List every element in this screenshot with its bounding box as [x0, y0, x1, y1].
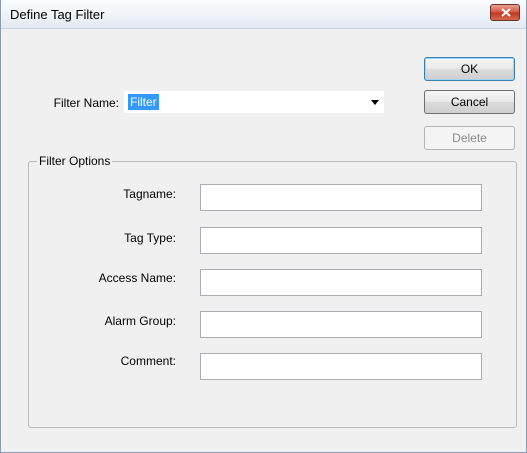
title-bar[interactable]: Define Tag Filter — [1, 0, 526, 29]
access-name-label: Access Name: — [98, 271, 176, 285]
tag-type-label: Tag Type: — [124, 231, 176, 245]
tagname-input[interactable] — [200, 184, 482, 211]
alarm-group-label: Alarm Group: — [104, 314, 176, 328]
filter-options-legend: Filter Options — [37, 154, 113, 168]
delete-button[interactable]: Delete — [424, 126, 515, 150]
access-name-input[interactable] — [200, 269, 482, 296]
close-button[interactable] — [490, 4, 520, 21]
filter-name-combobox[interactable]: Filter — [124, 91, 384, 113]
define-tag-filter-dialog: Define Tag Filter Filter Name: Filter OK… — [0, 0, 527, 453]
filter-name-value[interactable]: Filter — [128, 94, 159, 110]
cancel-button[interactable]: Cancel — [424, 90, 515, 114]
filter-name-label: Filter Name: — [53, 96, 119, 110]
chevron-down-icon[interactable] — [371, 100, 379, 105]
tagname-label: Tagname: — [123, 187, 176, 201]
close-icon — [501, 8, 511, 17]
comment-label: Comment: — [120, 354, 176, 368]
comment-input[interactable] — [200, 353, 482, 380]
window-title: Define Tag Filter — [10, 7, 105, 22]
ok-button[interactable]: OK — [424, 57, 515, 81]
tag-type-input[interactable] — [200, 227, 482, 254]
alarm-group-input[interactable] — [200, 311, 482, 338]
